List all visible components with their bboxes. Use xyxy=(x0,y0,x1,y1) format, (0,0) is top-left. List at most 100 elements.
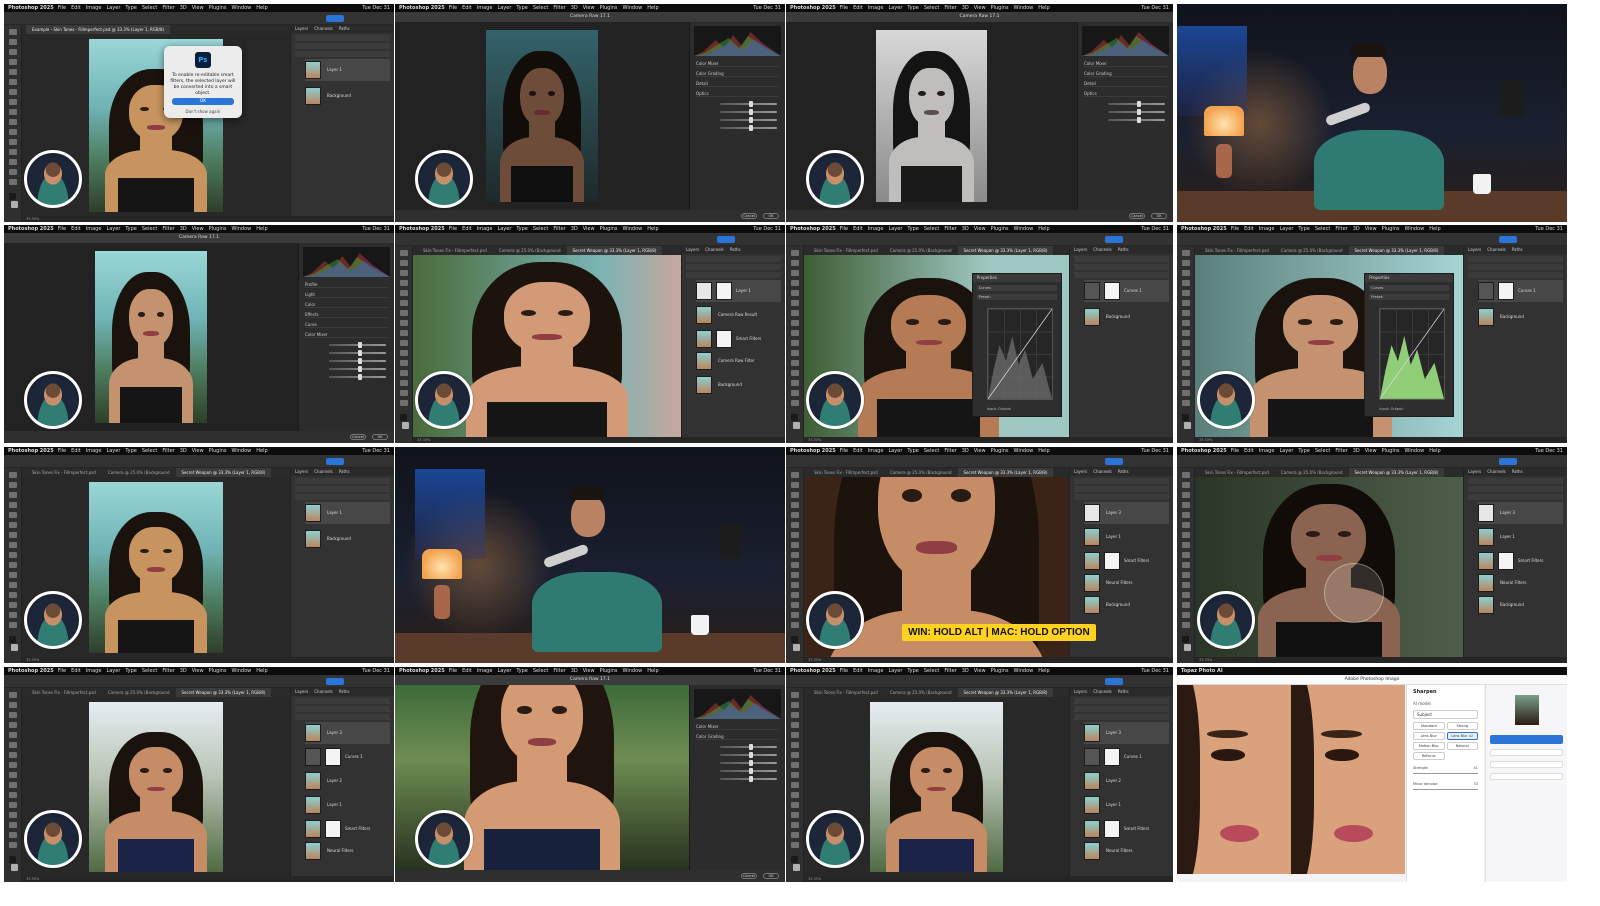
layer-name[interactable]: Layer 3 xyxy=(1106,510,1121,515)
tool-icon[interactable] xyxy=(1181,552,1190,558)
layer-name[interactable]: Smart Filters xyxy=(1124,558,1149,563)
layer-name[interactable]: Layer 1 xyxy=(1106,802,1121,807)
doc-tab[interactable]: Camera @ 25.0% (Background xyxy=(1275,246,1349,255)
foreground-color-swatch[interactable] xyxy=(9,193,16,200)
layer-row[interactable]: Background xyxy=(1478,594,1563,616)
layer-name[interactable]: Curves 1 xyxy=(345,754,363,759)
curves-preset-row[interactable]: Curves xyxy=(1369,285,1450,291)
subject-dropdown[interactable]: Subject xyxy=(1413,710,1478,719)
background-color-swatch[interactable] xyxy=(1184,644,1191,651)
layer-controls-row[interactable] xyxy=(295,706,390,712)
tool-icon[interactable] xyxy=(790,772,799,778)
panel-tab-layers[interactable]: Layers xyxy=(1468,247,1481,252)
tool-icon[interactable] xyxy=(1181,290,1190,296)
menu-item-select[interactable]: Select xyxy=(924,226,939,232)
menu-item-layer[interactable]: Layer xyxy=(106,5,120,11)
foreground-color-swatch[interactable] xyxy=(1182,414,1189,421)
menu-item-plugins[interactable]: Plugins xyxy=(991,668,1009,674)
layer-controls-row[interactable] xyxy=(686,272,781,278)
panel-tab-paths[interactable]: Paths xyxy=(339,469,350,474)
layer-row[interactable]: Layer 3 xyxy=(1478,502,1563,524)
share-button[interactable] xyxy=(1499,458,1517,465)
preset-dropdown[interactable]: Preset: xyxy=(1369,294,1450,300)
menu-item-type[interactable]: Type xyxy=(125,668,136,674)
menu-item-3d[interactable]: 3D xyxy=(962,448,969,454)
panel-tab-channels[interactable]: Channels xyxy=(705,247,724,252)
cancel-button[interactable]: Cancel xyxy=(741,213,757,219)
tool-icon[interactable] xyxy=(8,612,17,618)
tool-icon[interactable] xyxy=(790,842,799,848)
tool-icon[interactable] xyxy=(8,69,17,75)
tool-icon[interactable] xyxy=(8,842,17,848)
tool-icon[interactable] xyxy=(790,270,799,276)
layer-row[interactable]: Curves 1 xyxy=(1084,746,1169,768)
tool-icon[interactable] xyxy=(8,712,17,718)
layer-row[interactable]: Curves 1 xyxy=(1478,280,1563,302)
tool-icon[interactable] xyxy=(8,702,17,708)
tool-icon[interactable] xyxy=(8,742,17,748)
camera-raw-section[interactable]: Color Mixer xyxy=(696,723,779,730)
layer-row[interactable]: Smart Filters xyxy=(305,818,390,840)
app-name-menu[interactable]: Photoshop 2025 xyxy=(8,226,54,232)
menu-item-select[interactable]: Select xyxy=(142,668,157,674)
layer-row[interactable]: Layer 1 xyxy=(696,280,781,302)
doc-tab[interactable]: Skin Tones Fix - FilImperfect.psd xyxy=(26,468,102,477)
tool-icon[interactable] xyxy=(399,270,408,276)
tool-icon[interactable] xyxy=(8,119,17,125)
layer-row[interactable]: Background xyxy=(1478,306,1563,328)
menu-item-3d[interactable]: 3D xyxy=(571,668,578,674)
layer-name[interactable]: Layer 3 xyxy=(1500,510,1515,515)
tool-icon[interactable] xyxy=(8,129,17,135)
tool-icon[interactable] xyxy=(399,360,408,366)
tool-icon[interactable] xyxy=(8,822,17,828)
layer-name[interactable]: Layer 1 xyxy=(1106,534,1121,539)
model-option[interactable]: Strong xyxy=(1446,722,1478,730)
menu-item-filter[interactable]: Filter xyxy=(553,668,565,674)
menu-item-plugins[interactable]: Plugins xyxy=(1382,448,1400,454)
menu-item-window[interactable]: Window xyxy=(1405,226,1425,232)
menu-item-filter[interactable]: Filter xyxy=(162,448,174,454)
tool-icon[interactable] xyxy=(1181,300,1190,306)
camera-raw-slider[interactable] xyxy=(329,366,386,372)
share-button[interactable] xyxy=(717,236,735,243)
menu-item-edit[interactable]: Edit xyxy=(462,226,472,232)
camera-raw-slider[interactable] xyxy=(720,109,777,115)
tool-icon[interactable] xyxy=(8,532,17,538)
layer-controls-row[interactable] xyxy=(1074,486,1169,492)
tool-icon[interactable] xyxy=(8,572,17,578)
layer-row[interactable]: Layer 3 xyxy=(1084,722,1169,744)
menu-item-edit[interactable]: Edit xyxy=(71,668,81,674)
menu-item-window[interactable]: Window xyxy=(232,448,252,454)
foreground-color-swatch[interactable] xyxy=(791,636,798,643)
tool-icon[interactable] xyxy=(790,350,799,356)
menu-item-plugins[interactable]: Plugins xyxy=(600,668,618,674)
menu-item-3d[interactable]: 3D xyxy=(180,448,187,454)
layer-name[interactable]: Camera Raw Result xyxy=(718,312,757,317)
model-option[interactable]: Refocus xyxy=(1413,752,1445,760)
menu-item-layer[interactable]: Layer xyxy=(106,668,120,674)
model-option[interactable]: Standard xyxy=(1413,722,1445,730)
tool-icon[interactable] xyxy=(399,260,408,266)
preset-dropdown[interactable]: Preset: xyxy=(976,294,1057,300)
camera-raw-section[interactable]: Detail xyxy=(696,80,779,87)
tool-icon[interactable] xyxy=(8,552,17,558)
layer-row[interactable]: Background xyxy=(1084,306,1169,328)
menu-item-file[interactable]: File xyxy=(449,668,457,674)
tool-icon[interactable] xyxy=(8,782,17,788)
menu-item-plugins[interactable]: Plugins xyxy=(209,448,227,454)
menu-item-view[interactable]: View xyxy=(192,5,204,11)
menu-item-window[interactable]: Window xyxy=(623,668,643,674)
app-name-menu[interactable]: Topaz Photo AI xyxy=(1181,668,1223,674)
menu-item-window[interactable]: Window xyxy=(623,5,643,11)
layer-controls-row[interactable] xyxy=(1468,264,1563,270)
doc-tab[interactable]: Camera @ 25.0% (Background xyxy=(102,468,176,477)
menu-item-help[interactable]: Help xyxy=(256,448,267,454)
menu-item-edit[interactable]: Edit xyxy=(71,5,81,11)
menu-item-help[interactable]: Help xyxy=(647,226,658,232)
menu-item-image[interactable]: Image xyxy=(477,5,493,11)
menu-item-layer[interactable]: Layer xyxy=(106,226,120,232)
menu-item-view[interactable]: View xyxy=(192,668,204,674)
layer-controls-row[interactable] xyxy=(295,486,390,492)
panel-tab-paths[interactable]: Paths xyxy=(730,247,741,252)
layer-row[interactable]: Layer 3 xyxy=(1084,502,1169,524)
